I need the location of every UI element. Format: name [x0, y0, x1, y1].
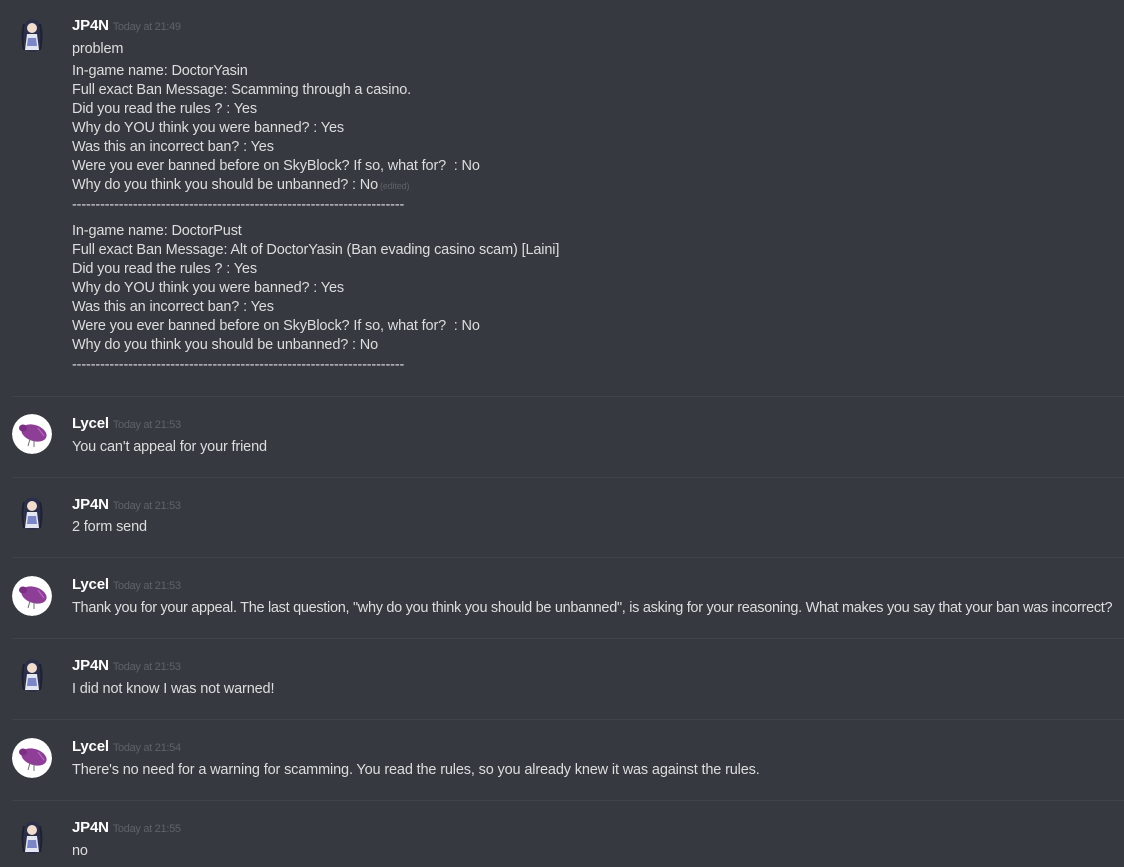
message-header: JP4N Today at 21:55 [72, 819, 181, 839]
timestamp: Today at 21:54 [112, 742, 181, 754]
timestamp: Today at 21:53 [112, 500, 181, 512]
jp4n-avatar-icon[interactable] [12, 656, 52, 696]
timestamp: Today at 21:55 [112, 823, 181, 835]
message-header: JP4N Today at 21:49 [72, 17, 181, 37]
timestamp: Today at 21:53 [112, 580, 181, 592]
message-line: Did you read the rules ? : Yes [72, 101, 257, 117]
message-line: Was this an incorrect ban? : Yes [72, 139, 274, 155]
timestamp: Today at 21:53 [112, 419, 181, 431]
message-line: Full exact Ban Message: Scamming through… [72, 82, 412, 98]
message-line: Was this an incorrect ban? : Yes [72, 299, 274, 315]
message-content: I did not know I was not warned! [72, 680, 1124, 699]
separator-line: ----------------------------------------… [72, 357, 405, 373]
message-line: Why do YOU think you were banned? : Yes [72, 280, 344, 296]
message-line: In-game name: DoctorPust [72, 223, 242, 239]
chat-messages: JP4N Today at 21:49 problem In-game name:… [0, 0, 1124, 867]
separator-line: ----------------------------------------… [72, 197, 405, 213]
username[interactable]: JP4N [72, 17, 109, 34]
message-line: In-game name: DoctorYasin [72, 63, 248, 79]
timestamp: Today at 21:53 [112, 661, 181, 673]
message-content: There's no need for a warning for scammi… [72, 761, 1124, 780]
message-line: I did not know I was not warned! [72, 681, 275, 697]
username[interactable]: JP4N [72, 496, 109, 513]
message-line: Why do YOU think you were banned? : Yes [72, 120, 344, 136]
username[interactable]: Lycel [72, 415, 109, 432]
lycel-avatar-icon[interactable] [12, 576, 52, 616]
edited-label: (edited) [380, 181, 410, 191]
jp4n-avatar-icon[interactable] [12, 494, 52, 534]
message-line: Full exact Ban Message: Alt of DoctorYas… [72, 242, 560, 258]
jp4n-avatar-icon[interactable] [12, 16, 52, 56]
message-header: Lycel Today at 21:54 [72, 738, 181, 758]
message-line-text: Why do you think you should be unbanned?… [72, 177, 379, 193]
message-divider [12, 800, 1124, 801]
message-header: JP4N Today at 21:53 [72, 657, 181, 677]
lycel-avatar-icon[interactable] [12, 414, 52, 454]
message-divider [12, 638, 1124, 639]
message-line: Were you ever banned before on SkyBlock?… [72, 318, 480, 334]
message-content: no [72, 842, 1124, 861]
username[interactable]: JP4N [72, 819, 109, 836]
username[interactable]: Lycel [72, 738, 109, 755]
message-content: problem In-game name: DoctorYasin Full e… [72, 40, 1124, 375]
message-line: Thank you for your appeal. The last ques… [72, 600, 1113, 616]
message-content: Thank you for your appeal. The last ques… [72, 599, 1124, 618]
message-line: You can't appeal for your friend [72, 439, 267, 455]
message-header: Lycel Today at 21:53 [72, 415, 181, 435]
message-line: There's no need for a warning for scammi… [72, 762, 760, 778]
lycel-avatar-icon[interactable] [12, 738, 52, 778]
message-divider [12, 396, 1124, 397]
message-line: problem [72, 41, 124, 57]
message-divider [12, 477, 1124, 478]
message-header: JP4N Today at 21:53 [72, 496, 181, 516]
username[interactable]: Lycel [72, 576, 109, 593]
message-line: Did you read the rules ? : Yes [72, 261, 257, 277]
message-content: 2 form send [72, 518, 1124, 537]
message-line: no [72, 843, 88, 859]
message-divider [12, 557, 1124, 558]
message-line: Why do you think you should be unbanned?… [72, 337, 379, 353]
timestamp: Today at 21:49 [112, 21, 181, 33]
jp4n-avatar-icon[interactable] [12, 818, 52, 858]
message-line: 2 form send [72, 519, 147, 535]
message-line-edited: Why do you think you should be unbanned?… [72, 176, 1124, 195]
message-divider [12, 719, 1124, 720]
message-header: Lycel Today at 21:53 [72, 576, 181, 596]
message-content: You can't appeal for your friend [72, 438, 1124, 457]
message-line: Were you ever banned before on SkyBlock?… [72, 158, 480, 174]
username[interactable]: JP4N [72, 657, 109, 674]
